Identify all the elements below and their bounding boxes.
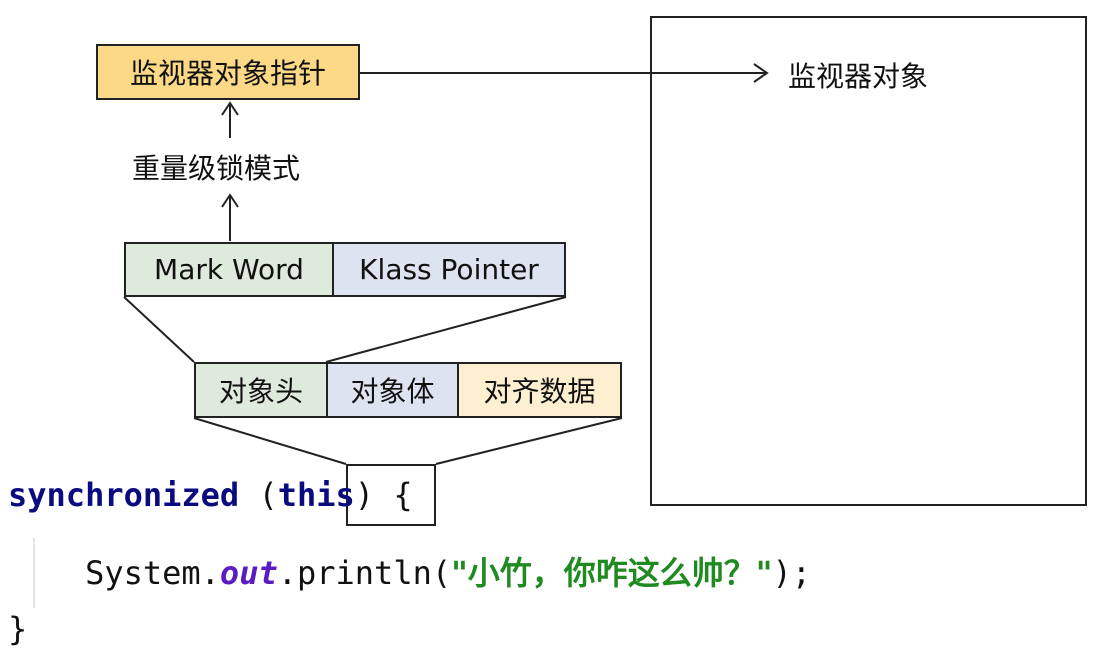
heavyweight-lock-mode-label: 重量级锁模式 bbox=[132, 152, 301, 185]
expand-line-right bbox=[325, 296, 567, 363]
println-call: .println( bbox=[277, 554, 452, 592]
code-paren-close: ) { bbox=[354, 476, 413, 514]
string-literal: "小竹，你咋这么帅？" bbox=[451, 554, 773, 592]
code-line-3: } bbox=[8, 610, 27, 648]
synchronized-keyword: synchronized bbox=[8, 476, 240, 514]
code-paren-open: ( bbox=[239, 476, 278, 514]
expand-line-left-2 bbox=[193, 417, 347, 465]
expand-line-right-2 bbox=[435, 417, 623, 465]
monitor-pointer-box: 监视器对象指针 bbox=[96, 44, 360, 100]
system-class: System. bbox=[85, 554, 220, 592]
klass-pointer-cell: Klass Pointer bbox=[332, 242, 566, 297]
alignment-padding-cell: 对齐数据 bbox=[457, 362, 622, 418]
this-keyword: this bbox=[277, 476, 355, 514]
out-field: out bbox=[219, 554, 278, 592]
monitor-object-label: 监视器对象 bbox=[788, 60, 929, 93]
code-line-end: ); bbox=[772, 554, 811, 592]
code-line-2: System.out.println("小竹，你咋这么帅？"); bbox=[8, 548, 811, 594]
code-line-1: synchronized (this) { bbox=[8, 476, 413, 514]
mark-word-cell: Mark Word bbox=[124, 242, 334, 297]
expand-line-left bbox=[123, 296, 195, 363]
closing-brace: } bbox=[8, 610, 28, 648]
object-body-cell: 对象体 bbox=[326, 362, 459, 418]
object-header-cell: 对象头 bbox=[194, 362, 328, 418]
